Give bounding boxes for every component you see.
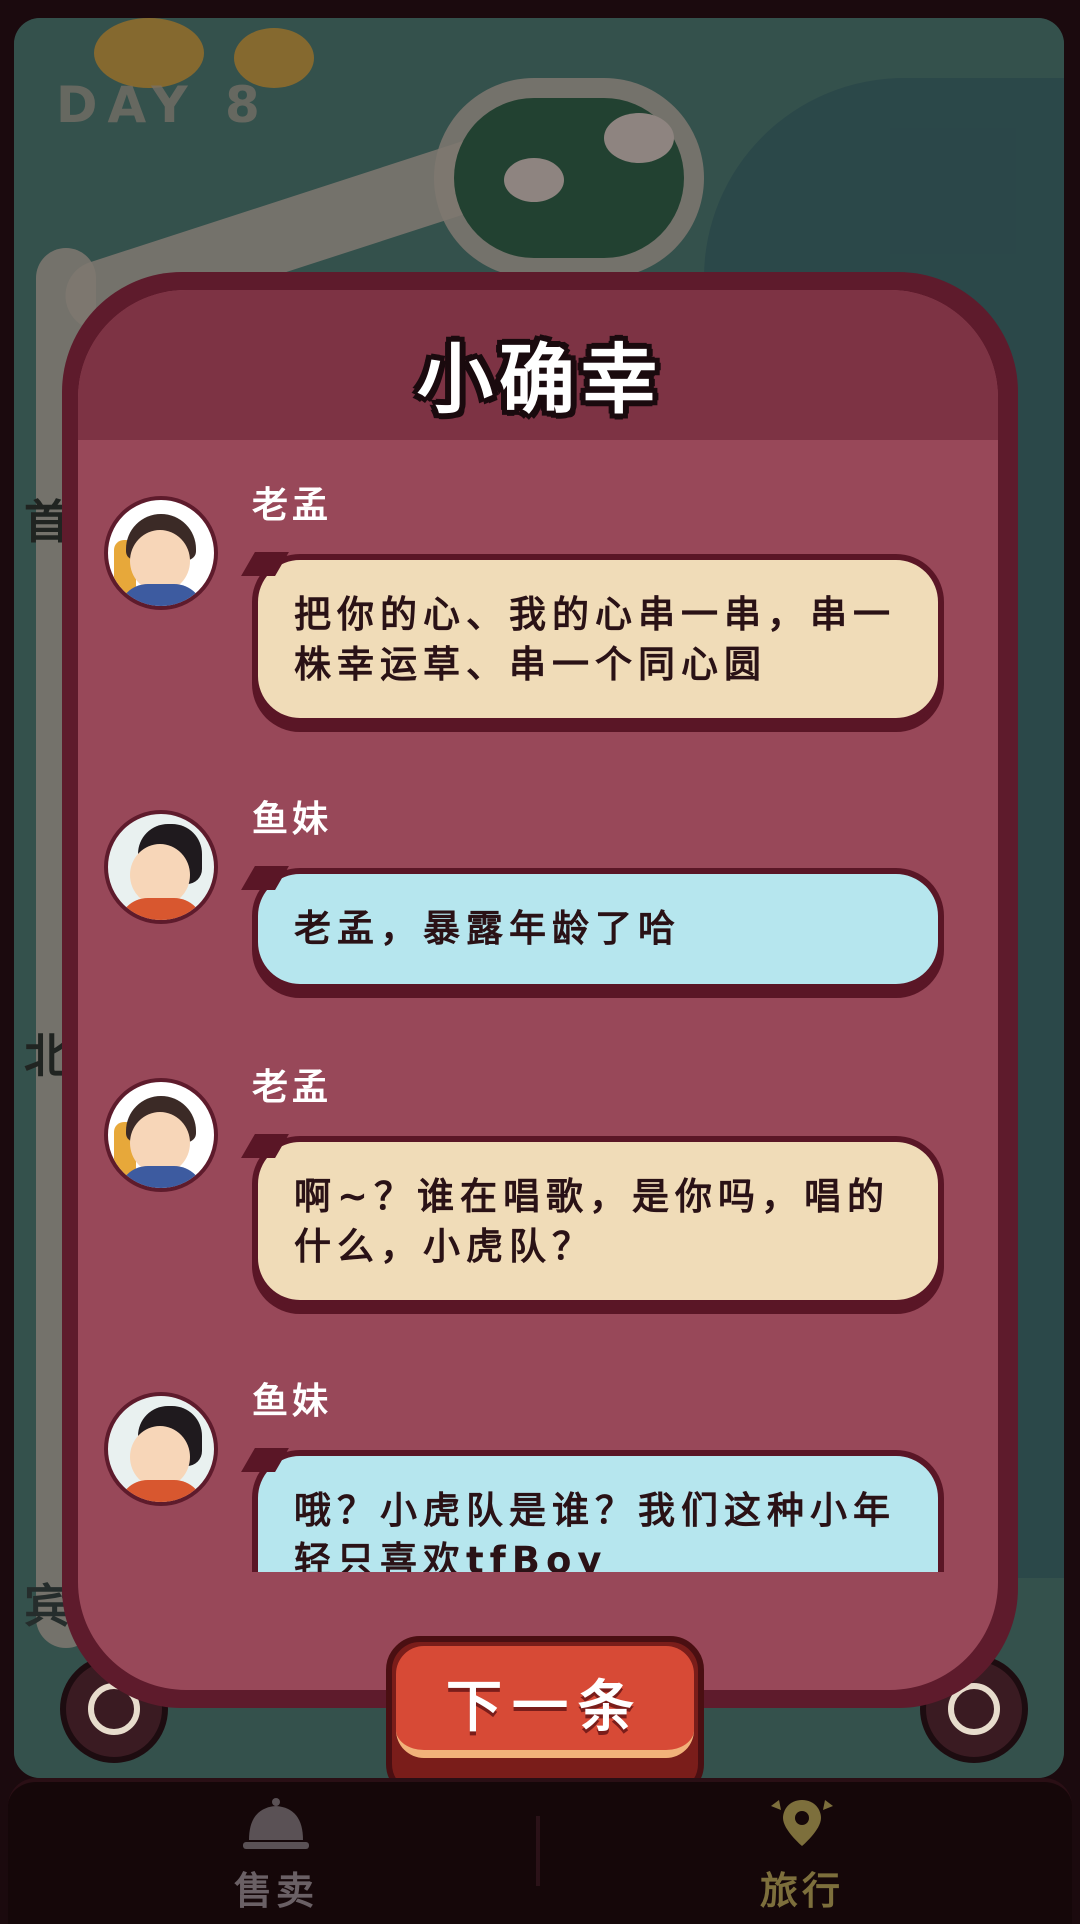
speech-bubble: 啊~？谁在唱歌，是你吗，唱的什么，小虎队？ bbox=[252, 1136, 944, 1306]
female-avatar bbox=[104, 1392, 218, 1506]
chat-list[interactable]: 老孟 把你的心、我的心串一串，串一株幸运草、串一个同心圆 鱼妹 老孟，暴露年龄了… bbox=[90, 472, 970, 1572]
male-avatar bbox=[104, 1078, 218, 1192]
speech-bubble: 把你的心、我的心串一串，串一株幸运草、串一个同心圆 bbox=[252, 554, 944, 724]
map-pin-icon bbox=[771, 1800, 833, 1846]
next-message-button[interactable]: 下一条 bbox=[386, 1636, 704, 1798]
tab-sell[interactable]: 售卖 bbox=[126, 1796, 426, 1916]
male-avatar bbox=[104, 496, 218, 610]
tab-travel[interactable]: 旅行 bbox=[652, 1796, 952, 1916]
speaker-name: 鱼妹 bbox=[252, 1381, 333, 1422]
female-avatar bbox=[104, 810, 218, 924]
speech-bubble: 哦？小虎队是谁？我们这种小年轻只喜欢tfBoy bbox=[252, 1450, 944, 1572]
tab-divider bbox=[536, 1816, 540, 1886]
next-button-label: 下一条 bbox=[446, 1675, 644, 1740]
speech-bubble: 老孟，暴露年龄了哈 bbox=[252, 868, 944, 990]
speaker-name: 鱼妹 bbox=[252, 799, 333, 840]
service-bell-icon bbox=[243, 1798, 309, 1849]
dialog-title: 小确幸 bbox=[417, 335, 663, 424]
speaker-name: 老孟 bbox=[252, 1067, 333, 1108]
speaker-name: 老孟 bbox=[252, 485, 333, 526]
tab-travel-label: 旅行 bbox=[759, 1869, 844, 1913]
tab-sell-label: 售卖 bbox=[233, 1869, 318, 1913]
